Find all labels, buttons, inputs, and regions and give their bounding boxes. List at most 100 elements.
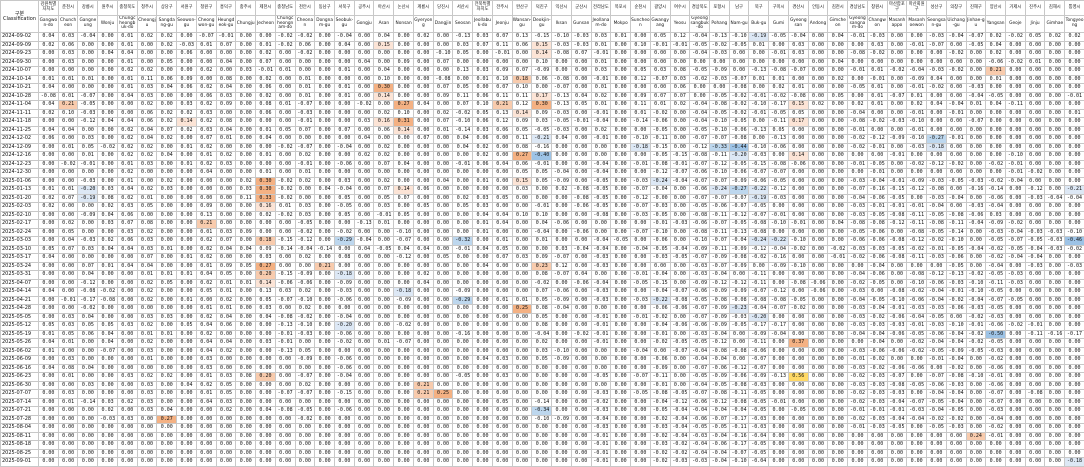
table-cell: 0.00: [177, 211, 197, 220]
table-cell: -0.05: [788, 407, 808, 416]
table-cell: 0.08: [512, 143, 532, 152]
table-cell: 0.02: [216, 347, 236, 356]
table-cell: 0.03: [354, 118, 374, 127]
table-cell: 0.00: [1005, 449, 1025, 458]
table-cell: -0.12: [769, 186, 789, 195]
column-header-korean: 성산구: [927, 1, 947, 16]
table-cell: 0.00: [374, 228, 394, 237]
table-cell: 0.00: [1065, 41, 1084, 50]
table-cell: -0.01: [532, 203, 552, 212]
table-cell: 0.00: [98, 390, 118, 399]
table-cell: 0.01: [473, 220, 493, 229]
table-cell: 0.00: [394, 220, 414, 229]
table-cell: -0.02: [58, 160, 78, 169]
table-cell: 0.01: [256, 41, 276, 50]
table-cell: 0.00: [611, 143, 631, 152]
table-cell: 0.00: [453, 407, 473, 416]
table-cell: -0.50: [986, 330, 1006, 339]
table-cell: 0.00: [433, 449, 453, 458]
table-cell: -0.02: [966, 339, 986, 348]
table-cell: 0.04: [335, 41, 355, 50]
table-cell: 0.00: [433, 432, 453, 441]
table-cell: 0.00: [117, 390, 137, 399]
table-cell: 0.00: [769, 381, 789, 390]
table-cell: -0.01: [769, 398, 789, 407]
table-cell: 0.00: [512, 441, 532, 450]
table-cell: 0.05: [532, 296, 552, 305]
table-cell: 0.00: [413, 194, 433, 203]
table-cell: 0.07: [433, 84, 453, 93]
table-cell: 0.03: [492, 373, 512, 382]
table-cell: 0.00: [433, 381, 453, 390]
table-cell: 0.00: [295, 424, 315, 433]
table-cell: 0.00: [670, 135, 690, 144]
table-cell: 0.01: [58, 398, 78, 407]
table-cell: 0.00: [631, 237, 651, 246]
table-cell: 0.00: [631, 84, 651, 93]
table-cell: -0.01: [907, 109, 927, 118]
table-cell: -0.02: [986, 356, 1006, 365]
table-cell: 0.00: [670, 143, 690, 152]
table-cell: 0.14: [394, 126, 414, 135]
table-cell: 0.00: [236, 449, 256, 458]
table-cell: 0.00: [453, 169, 473, 178]
table-cell: 0.00: [611, 330, 631, 339]
table-cell: -0.08: [433, 75, 453, 84]
table-cell: -0.11: [729, 390, 749, 399]
table-cell: 0.00: [1005, 373, 1025, 382]
table-cell: 0.00: [1045, 288, 1065, 297]
table-cell: -0.03: [1045, 245, 1065, 254]
table-cell: 0.00: [394, 271, 414, 280]
table-cell: 0.02: [117, 169, 137, 178]
table-cell: 0.02: [137, 186, 157, 195]
table-cell: 0.00: [236, 432, 256, 441]
table-cell: 0.00: [256, 143, 276, 152]
table-cell: -0.02: [650, 109, 670, 118]
table-cell: 0.00: [315, 347, 335, 356]
table-cell: 0.00: [394, 373, 414, 382]
table-cell: -0.02: [690, 75, 710, 84]
table-cell: 0.00: [354, 339, 374, 348]
table-cell: 0.05: [196, 288, 216, 297]
table-cell: -0.12: [709, 339, 729, 348]
table-cell: -0.09: [650, 364, 670, 373]
table-cell: -0.08: [709, 347, 729, 356]
table-cell: 0.00: [650, 262, 670, 271]
table-cell: -0.10: [749, 101, 769, 110]
table-cell: 0.21: [413, 390, 433, 399]
table-cell: 0.00: [1025, 92, 1045, 101]
table-cell: -0.02: [788, 245, 808, 254]
table-cell: -0.07: [749, 356, 769, 365]
table-cell: -0.06: [986, 58, 1006, 67]
table-cell: 0.00: [256, 33, 276, 42]
table-cell: -0.03: [295, 109, 315, 118]
table-cell: 0.00: [690, 84, 710, 93]
table-cell: 0.02: [986, 33, 1006, 42]
table-cell: -0.06: [650, 118, 670, 127]
table-cell: -0.07: [986, 390, 1006, 399]
table-cell: -0.04: [867, 339, 887, 348]
table-cell: -0.01: [788, 220, 808, 229]
table-cell: 0.00: [295, 67, 315, 76]
column-header-english: Gyeryong: [413, 16, 433, 33]
table-cell: 0.02: [137, 339, 157, 348]
table-cell: 0.00: [216, 143, 236, 152]
table-cell: 0.00: [986, 109, 1006, 118]
table-cell: -0.04: [591, 237, 611, 246]
table-cell: 0.00: [611, 339, 631, 348]
table-cell: 0.00: [354, 194, 374, 203]
table-cell: 0.00: [354, 33, 374, 42]
table-cell: -0.17: [1065, 330, 1084, 339]
table-cell: -0.01: [749, 109, 769, 118]
table-cell: 0.00: [236, 271, 256, 280]
table-cell: -0.01: [275, 330, 295, 339]
table-cell: -0.10: [966, 373, 986, 382]
table-cell: 0.00: [631, 254, 651, 263]
table-cell: -0.03: [867, 390, 887, 399]
row-date: 2025-08-25: [1, 449, 39, 458]
table-cell: 0.07: [512, 67, 532, 76]
table-cell: -0.04: [907, 415, 927, 424]
table-cell: 0.00: [966, 228, 986, 237]
table-cell: -0.05: [650, 152, 670, 161]
table-cell: 0.00: [315, 330, 335, 339]
